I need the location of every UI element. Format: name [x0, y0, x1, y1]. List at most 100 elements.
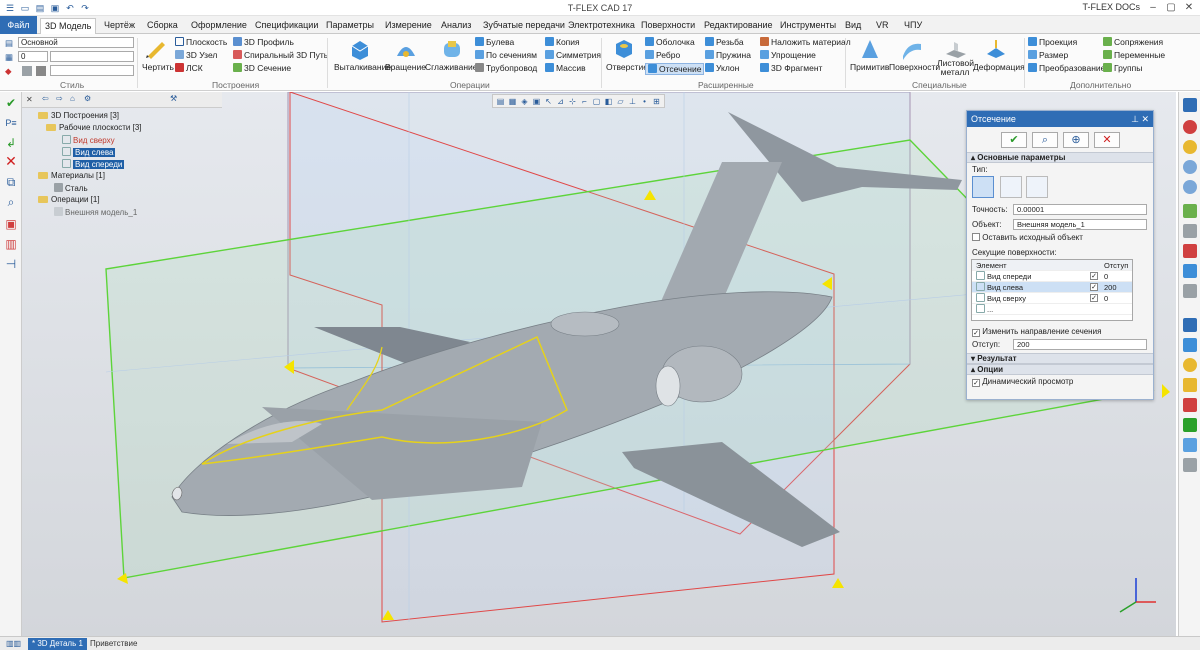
zoom-icon[interactable]: [1183, 140, 1197, 154]
display-mode-icon[interactable]: [1183, 318, 1197, 332]
variables-button[interactable]: Переменные: [1103, 50, 1165, 60]
mates-button[interactable]: Сопряжения: [1103, 37, 1163, 47]
ok-icon[interactable]: ✔: [1001, 132, 1027, 148]
home-icon[interactable]: ⌂: [70, 94, 75, 103]
preview-icon[interactable]: ⌕: [1032, 132, 1058, 148]
boolean-button[interactable]: Булева: [475, 37, 514, 47]
materials-icon[interactable]: [1183, 378, 1197, 392]
tab-vr[interactable]: VR: [872, 18, 893, 34]
docs-label[interactable]: T-FLEX DOCs: [1082, 2, 1140, 12]
groups-button[interactable]: Группы: [1103, 63, 1142, 73]
shell-button[interactable]: Оболочка: [645, 37, 695, 47]
view-front-icon[interactable]: ▤: [495, 96, 506, 107]
measure-icon[interactable]: [1183, 458, 1197, 472]
extrude-button[interactable]: Выталкивание: [334, 62, 391, 72]
slope-button[interactable]: Уклон: [705, 63, 739, 73]
tree-item-ext-model[interactable]: Внешняя модель_1: [54, 207, 137, 217]
section-icon[interactable]: ▥: [3, 236, 19, 252]
ok-icon[interactable]: ✔: [3, 95, 19, 111]
tab-design[interactable]: Оформление: [187, 18, 251, 34]
drag-handle[interactable]: [832, 578, 844, 588]
zoom-window-icon[interactable]: [1183, 160, 1197, 174]
tab-gears[interactable]: Зубчатые передачи: [479, 18, 569, 34]
offset-input[interactable]: 200: [1013, 339, 1147, 350]
tab-drawing[interactable]: Чертёж: [100, 18, 139, 34]
view-window-icon[interactable]: [1183, 98, 1197, 112]
accuracy-input[interactable]: 0.00001: [1013, 204, 1147, 215]
tab-electrical[interactable]: Электротехника: [564, 18, 639, 34]
apply-icon[interactable]: ↲: [3, 135, 19, 151]
dynamic-view-checkbox[interactable]: ✓: [972, 379, 980, 387]
dynamic-view-row[interactable]: ✓ Динамический просмотр: [967, 375, 1153, 388]
zoom-fit-icon[interactable]: [1183, 180, 1197, 194]
cut-button[interactable]: Отсечение: [645, 63, 705, 75]
drag-handle[interactable]: [1162, 384, 1170, 398]
copy-button[interactable]: Копия: [545, 37, 580, 47]
tab-specifications[interactable]: Спецификации: [251, 18, 322, 34]
tab-3d-model[interactable]: 3D Модель: [40, 18, 97, 34]
view-snap-icon[interactable]: ⊹: [567, 96, 578, 107]
cube-icon[interactable]: ▣: [3, 216, 19, 232]
pan-icon[interactable]: [1183, 224, 1197, 238]
3d-fragment-button[interactable]: 3D Фрагмент: [760, 63, 822, 73]
color-swatch[interactable]: [22, 66, 32, 76]
tab-parameters[interactable]: Параметры: [322, 18, 378, 34]
spring-button[interactable]: Пружина: [705, 50, 751, 60]
lsk-button[interactable]: ЛСК: [175, 63, 203, 73]
shaded-icon[interactable]: [1183, 338, 1197, 352]
render-icon[interactable]: [1183, 358, 1197, 372]
plane-button[interactable]: Плоскость: [175, 37, 227, 47]
keep-source-checkbox[interactable]: [972, 233, 980, 241]
colors-icon[interactable]: [1183, 398, 1197, 412]
minimize-icon[interactable]: –: [1146, 2, 1160, 13]
close-tree-icon[interactable]: ✕: [26, 95, 33, 104]
view-plane-icon[interactable]: ▱: [615, 96, 626, 107]
projection-button[interactable]: Проекция: [1028, 37, 1077, 47]
array-button[interactable]: Массив: [545, 63, 586, 73]
section-result[interactable]: ▾ Результат: [967, 353, 1153, 364]
tab-surfaces[interactable]: Поверхности: [637, 18, 699, 34]
tab-tools[interactable]: Инструменты: [776, 18, 840, 34]
cancel-icon[interactable]: ✕: [1094, 132, 1120, 148]
view-select-icon[interactable]: ⧉: [3, 174, 19, 190]
section-main-params[interactable]: ▴ Основные параметры: [967, 152, 1153, 163]
rib-button[interactable]: Ребро: [645, 50, 680, 60]
magnet-icon[interactable]: [1183, 120, 1197, 134]
tile-icon[interactable]: ▥▥: [2, 638, 25, 650]
tab-file[interactable]: Файл: [0, 16, 37, 34]
view-filter-icon[interactable]: ⊿: [555, 96, 566, 107]
hole-button[interactable]: Отверстие: [606, 62, 648, 72]
tab-cnc[interactable]: ЧПУ: [900, 18, 926, 34]
color-icon[interactable]: ◆: [5, 66, 12, 77]
tree-item-materials[interactable]: Материалы [1]: [38, 171, 105, 180]
material-combo[interactable]: [50, 65, 134, 76]
camera-icon[interactable]: [1183, 438, 1197, 452]
view-top-icon[interactable]: ▦: [507, 96, 518, 107]
view-face-icon[interactable]: ▢: [591, 96, 602, 107]
panel-pin-close-icon[interactable]: ⊥ ✕: [1131, 111, 1149, 127]
view-iso-icon[interactable]: ◈: [519, 96, 530, 107]
change-dir-checkbox[interactable]: ✓: [972, 329, 980, 337]
tree-settings-icon[interactable]: ⚙: [84, 94, 91, 103]
change-dir-row[interactable]: ✓ Изменить направление сечения: [967, 325, 1153, 338]
tree-item-operations[interactable]: Операции [1]: [38, 195, 100, 204]
tab-assembly[interactable]: Сборка: [143, 18, 182, 34]
tree-item-left-view[interactable]: Вид слева: [62, 147, 116, 157]
symmetry-button[interactable]: Симметрия: [545, 50, 601, 60]
deform-button[interactable]: Деформация: [973, 62, 1025, 72]
tree-item-front-view[interactable]: Вид спереди: [62, 159, 125, 169]
section-view-icon[interactable]: [1183, 244, 1197, 258]
rotate-button[interactable]: Вращение: [385, 62, 426, 72]
type-double-button[interactable]: [1000, 176, 1022, 198]
rotate-view-icon[interactable]: [1183, 204, 1197, 218]
tab-measure[interactable]: Измерение: [381, 18, 436, 34]
texture-icon[interactable]: [1183, 418, 1197, 432]
spiral-path-button[interactable]: Спиральный 3D Путь: [233, 50, 328, 60]
layer-combo[interactable]: Основной: [18, 37, 134, 48]
type-plane-button[interactable]: [972, 176, 994, 198]
thread-button[interactable]: Резьба: [705, 37, 744, 47]
table-row[interactable]: Вид спереди ✓ 0: [972, 271, 1132, 282]
tree-item-3d-build[interactable]: 3D Построения [3]: [38, 111, 119, 120]
draw-button[interactable]: Чертить: [142, 62, 174, 72]
3d-profile-button[interactable]: 3D Профиль: [233, 37, 294, 47]
